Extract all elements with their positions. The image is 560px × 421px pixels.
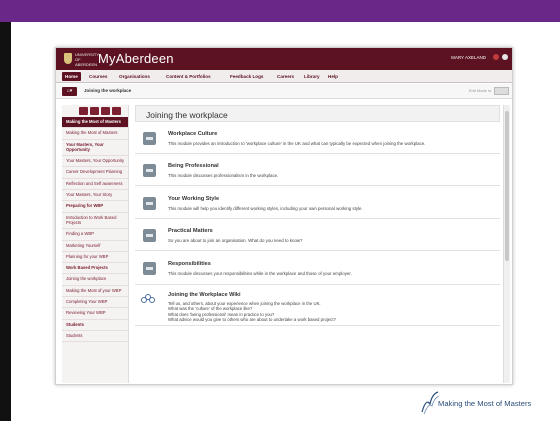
- app-header: UNIVERSITY OF ABERDEEN MyAberdeen MARY A…: [56, 48, 512, 70]
- course-menu-toolbar: [62, 105, 128, 117]
- module-icon: [143, 197, 156, 210]
- header-icons: [493, 54, 508, 60]
- refresh-icon[interactable]: [90, 107, 99, 115]
- course-menu-item[interactable]: Your Masters, Your Opportunity: [62, 140, 128, 157]
- tab-organisations[interactable]: Organisations: [116, 72, 153, 81]
- module-title[interactable]: Practical Matters: [168, 228, 213, 234]
- tab-home[interactable]: Home: [62, 72, 81, 81]
- slide-left-bar: [0, 22, 11, 421]
- module-description: This module will help you identify diffe…: [168, 206, 363, 211]
- course-menu-item[interactable]: Joining the workplace: [62, 274, 128, 286]
- module-icon: [143, 229, 156, 242]
- brand-logo: Making the Most of Masters: [420, 390, 560, 418]
- university-crest-icon: [64, 53, 72, 64]
- slide-top-bar: [0, 0, 560, 22]
- module-item[interactable]: Practical Matters So you are about to jo…: [135, 220, 500, 251]
- edit-mode-toggle[interactable]: [494, 87, 509, 95]
- module-description: This module discusses professionalism in…: [168, 173, 279, 178]
- wiki-item[interactable]: Joining the Workplace Wiki Tell us, and …: [135, 286, 500, 326]
- module-description: This module provides an introduction to …: [168, 141, 426, 146]
- menu-icon[interactable]: [502, 54, 508, 60]
- module-item[interactable]: Responsibilities This module discusses y…: [135, 252, 500, 285]
- course-menu: Making the Most of Masters Making the Mos…: [62, 105, 129, 383]
- wiki-title[interactable]: Joining the Workplace Wiki: [168, 292, 241, 298]
- add-icon[interactable]: [79, 107, 88, 115]
- brand-text: Making the Most of Masters: [438, 399, 532, 408]
- course-menu-item[interactable]: Making the Most of your WBP: [62, 286, 128, 298]
- scrollbar-thumb[interactable]: [505, 111, 509, 261]
- course-menu-item[interactable]: Your Masters, Your Story: [62, 190, 128, 202]
- module-title[interactable]: Responsibilities: [168, 261, 211, 267]
- module-title[interactable]: Your Working Style: [168, 196, 219, 202]
- home-menu-button[interactable]: ⌂▾: [62, 87, 77, 96]
- slide: UNIVERSITY OF ABERDEEN MyAberdeen MARY A…: [0, 0, 560, 421]
- module-title[interactable]: Being Professional: [168, 163, 219, 169]
- page-scrollbar[interactable]: [503, 105, 510, 383]
- module-item[interactable]: Being Professional This module discusses…: [135, 155, 500, 186]
- myaberdeen-screenshot: UNIVERSITY OF ABERDEEN MyAberdeen MARY A…: [55, 47, 513, 385]
- course-menu-item[interactable]: Career Development Planning: [62, 167, 128, 179]
- breadcrumb: ⌂▾ Joining the workplace Edit Mode is:: [56, 84, 512, 99]
- course-menu-item[interactable]: Students: [62, 331, 128, 343]
- tab-courses[interactable]: Courses: [86, 72, 110, 81]
- content-area: Joining the workplace Workplace Culture …: [135, 105, 500, 383]
- course-menu-item[interactable]: Completing Your WBP: [62, 297, 128, 309]
- wiki-description: Tell us, and others, about your experien…: [168, 301, 336, 323]
- breadcrumb-current: Joining the workplace: [84, 88, 132, 93]
- course-menu-list: Making the Most of Masters Making the Mos…: [62, 117, 128, 343]
- tab-feedback-logs[interactable]: Feedback Logs: [227, 72, 266, 81]
- course-menu-item[interactable]: Planning for your WBP: [62, 252, 128, 264]
- collapse-icon[interactable]: [112, 107, 121, 115]
- content-title-bar: Joining the workplace: [135, 105, 500, 122]
- course-menu-item[interactable]: Marketing Yourself: [62, 241, 128, 252]
- course-menu-item[interactable]: Work Based Projects: [62, 263, 128, 275]
- module-title[interactable]: Workplace Culture: [168, 131, 217, 137]
- course-menu-item[interactable]: Making the Most of Masters: [62, 117, 128, 129]
- module-item[interactable]: Workplace Culture This module provides a…: [135, 123, 500, 154]
- tab-content-portfolios[interactable]: Content & Portfolios: [163, 72, 214, 81]
- page-title: Joining the workplace: [146, 110, 228, 120]
- course-menu-item[interactable]: Preparing for WBP: [62, 201, 128, 213]
- tab-library[interactable]: Library: [301, 72, 323, 81]
- course-menu-item[interactable]: Introduction to Work Based Projects: [62, 213, 128, 230]
- user-name[interactable]: MARY AXELAND: [451, 55, 486, 60]
- course-menu-item[interactable]: Making the Most of Masters: [62, 128, 128, 140]
- brand-swoosh-icon: [421, 391, 440, 415]
- tab-careers[interactable]: Careers: [274, 72, 297, 81]
- course-menu-item[interactable]: Reflection and Self awareness: [62, 179, 128, 191]
- sort-icon[interactable]: [101, 107, 110, 115]
- course-menu-item[interactable]: Reviewing Your WBP: [62, 308, 128, 320]
- wiki-line: What advice would you give to others who…: [168, 317, 336, 323]
- notification-icon[interactable]: [493, 54, 499, 60]
- course-menu-item[interactable]: Finding a WBP: [62, 229, 128, 241]
- module-description: So you are about to join an organisation…: [168, 238, 303, 243]
- module-icon: [143, 132, 156, 145]
- module-icon: [143, 262, 156, 275]
- course-menu-item[interactable]: Your Masters, Your Opportunity: [62, 156, 128, 168]
- edit-mode-label: Edit Mode is:: [468, 88, 492, 93]
- wiki-icon: [141, 294, 156, 306]
- tab-help[interactable]: Help: [325, 72, 341, 81]
- module-description: This module discusses your responsibilit…: [168, 271, 352, 276]
- nav-tabs: Home Courses Organisations Content & Por…: [56, 70, 512, 83]
- module-item[interactable]: Your Working Style This module will help…: [135, 187, 500, 219]
- university-name: UNIVERSITY OF ABERDEEN: [75, 52, 99, 67]
- app-title: MyAberdeen: [98, 51, 174, 66]
- course-menu-item[interactable]: Students: [62, 320, 128, 331]
- module-icon: [143, 164, 156, 177]
